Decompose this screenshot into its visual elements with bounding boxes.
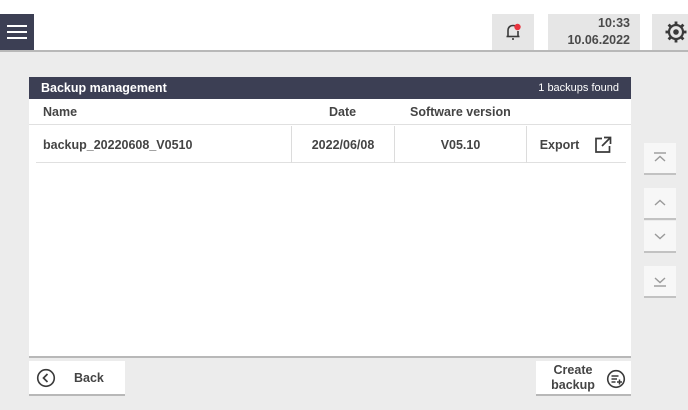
hamburger-icon: [7, 25, 27, 27]
scroll-up-button[interactable]: [644, 188, 676, 220]
backup-name: backup_20220608_V0510: [43, 137, 193, 152]
external-link-icon: [595, 136, 612, 153]
table-row[interactable]: backup_20220608_V0510 2022/06/08 V05.10 …: [36, 126, 626, 163]
back-button[interactable]: Back: [29, 361, 125, 396]
export-button[interactable]: Export: [526, 126, 626, 163]
menu-button[interactable]: [0, 14, 34, 50]
gear-icon: [665, 21, 687, 43]
create-backup-button[interactable]: Create backup: [536, 361, 631, 396]
column-header-version: Software version: [410, 105, 511, 119]
backup-version: V05.10: [394, 126, 526, 163]
scroll-top-icon: [654, 152, 666, 162]
scroll-down-button[interactable]: [644, 221, 676, 253]
scroll-bottom-icon: [654, 277, 666, 287]
top-bar: 10:33 10.06.2022: [0, 0, 688, 52]
backup-count: 1 backups found: [538, 82, 619, 94]
settings-button[interactable]: [652, 14, 688, 50]
clock-time: 10:33: [598, 16, 630, 30]
backup-date: 2022/06/08: [291, 126, 394, 163]
export-label: Export: [539, 137, 580, 152]
notifications-button[interactable]: [492, 14, 534, 50]
notification-dot: [514, 23, 521, 31]
scroll-to-bottom-button[interactable]: [644, 266, 676, 298]
clock-display: 10:33 10.06.2022: [548, 14, 640, 50]
table-header: Name Date Software version: [29, 99, 631, 125]
panel-title: Backup management: [41, 81, 167, 95]
scroll-to-top-button[interactable]: [644, 143, 676, 175]
arrow-left-circle-icon: [36, 368, 56, 387]
column-header-name: Name: [43, 105, 78, 119]
chevron-up-icon: [654, 199, 666, 206]
chevron-down-icon: [654, 233, 666, 240]
clock-date: 10.06.2022: [567, 33, 630, 47]
bell-icon: [506, 23, 521, 40]
database-add-icon: [606, 369, 626, 389]
column-header-date: Date: [329, 105, 357, 119]
panel-header: Backup management 1 backups found: [29, 77, 631, 99]
backup-panel: Backup management 1 backups found Name D…: [29, 77, 631, 358]
back-label: Back: [74, 370, 104, 385]
create-backup-label: Create backup: [551, 363, 595, 392]
